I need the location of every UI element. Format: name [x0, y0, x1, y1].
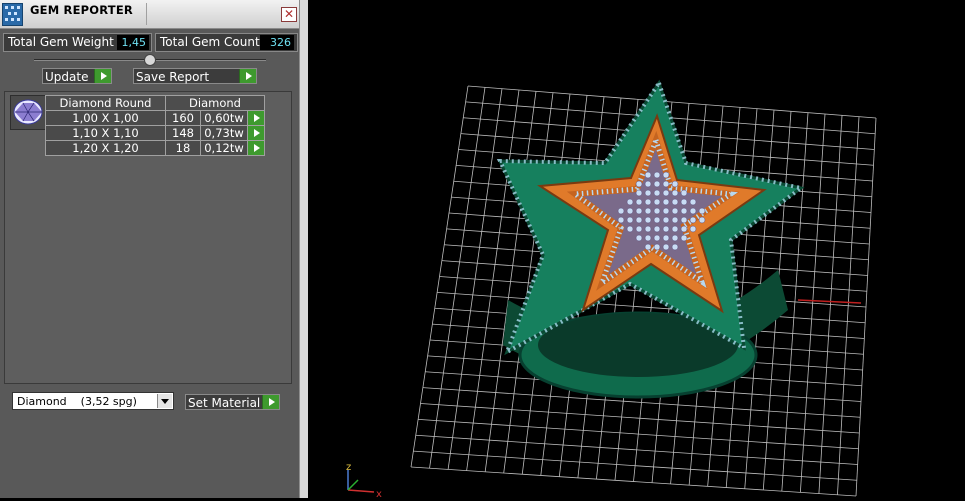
gem-weight: 0,12tw [200, 140, 248, 156]
total-gem-weight-label: Total Gem Weight [8, 35, 114, 49]
column-header-shape: Diamond Round [45, 95, 166, 111]
gem-reporter-app-icon [2, 3, 23, 26]
play-icon[interactable] [247, 125, 265, 141]
play-icon[interactable] [247, 110, 265, 126]
gem-size: 1,00 X 1,00 [45, 110, 166, 126]
column-header-material: Diamond [165, 95, 265, 111]
chevron-down-icon[interactable] [157, 394, 172, 408]
title-separator [146, 3, 147, 25]
save-report-button-label: Save Report [136, 70, 210, 84]
table-row: 1,00 X 1,00 160 0,60tw [45, 110, 265, 126]
window-title: GEM REPORTER [30, 3, 133, 17]
gem-size: 1,10 X 1,10 [45, 125, 166, 141]
play-icon [239, 69, 256, 83]
gem-count: 148 [165, 125, 201, 141]
total-gem-count-label: Total Gem Count [160, 35, 260, 49]
panel-splitter[interactable] [299, 0, 308, 498]
update-button[interactable]: Update [42, 68, 112, 84]
axis-gizmo-icon: z x [346, 462, 382, 500]
gem-count: 18 [165, 140, 201, 156]
total-gem-weight-value: 1,45 [117, 35, 149, 50]
gem-table: Diamond Round Diamond 1,00 X 1,00 160 0,… [45, 95, 265, 156]
play-icon[interactable] [247, 140, 265, 156]
update-button-label: Update [45, 70, 89, 84]
material-select[interactable]: Diamond (3,52 spg) [12, 392, 174, 410]
slider-handle[interactable] [144, 54, 156, 66]
total-gem-count-value: 326 [260, 35, 294, 50]
material-select-value: Diamond (3,52 spg) [17, 395, 137, 408]
total-gem-count: Total Gem Count 326 [155, 33, 298, 52]
play-icon [262, 395, 279, 409]
gem-reporter-panel: GEM REPORTER ✕ Total Gem Weight 1,45 Tot… [0, 0, 299, 498]
3d-viewport[interactable]: z x [308, 0, 965, 500]
close-icon[interactable]: ✕ [281, 7, 297, 22]
table-row: 1,10 X 1,10 148 0,73tw [45, 125, 265, 141]
play-icon [94, 69, 111, 83]
axis-z-label: z [346, 462, 351, 473]
gem-weight: 0,73tw [200, 125, 248, 141]
set-material-button[interactable]: Set Material [185, 394, 280, 410]
gem-table-header: Diamond Round Diamond [45, 95, 265, 111]
total-gem-weight: Total Gem Weight 1,45 [3, 33, 152, 52]
save-report-button[interactable]: Save Report [133, 68, 257, 84]
gem-size: 1,20 X 1,20 [45, 140, 166, 156]
star-ring-model [496, 78, 806, 399]
gem-count: 160 [165, 110, 201, 126]
title-bar: GEM REPORTER ✕ [0, 0, 299, 29]
gem-weight: 0,60tw [200, 110, 248, 126]
gem-thumbnail-icon[interactable] [10, 95, 47, 130]
axis-x-label: x [376, 489, 382, 498]
table-row: 1,20 X 1,20 18 0,12tw [45, 140, 265, 156]
set-material-button-label: Set Material [188, 396, 261, 410]
